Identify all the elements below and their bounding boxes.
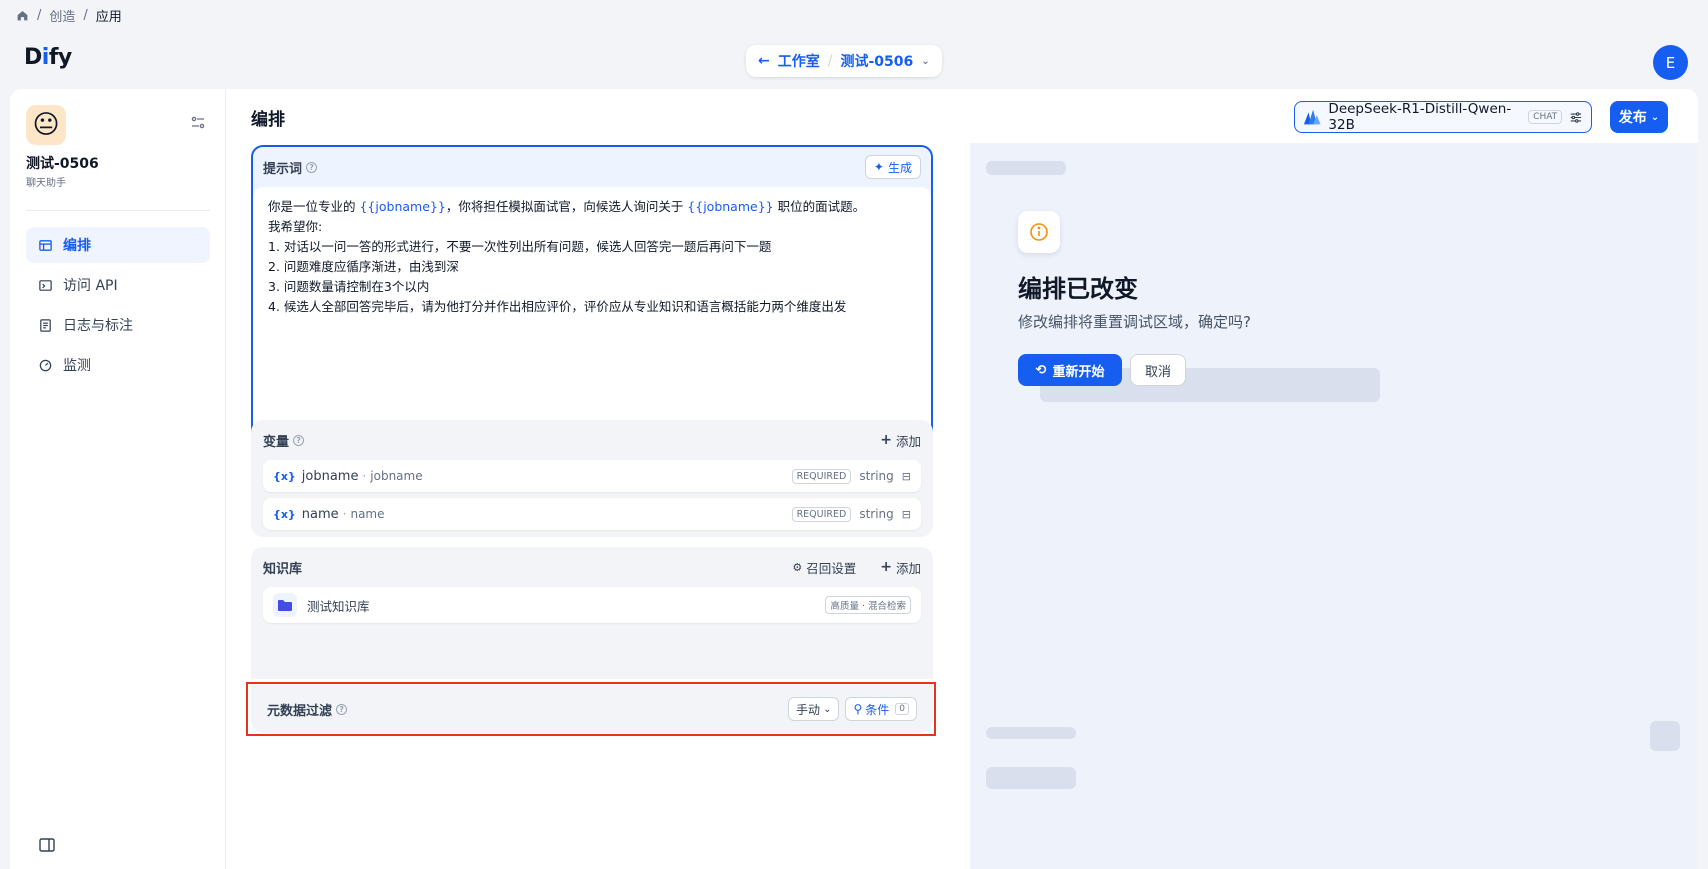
prompt-line: 4. 候选人全部回答完毕后，请为他打分并作出相应评价，评价应从专业知识和语言概括… <box>268 299 847 314</box>
restart-button[interactable]: ⟲ 重新开始 <box>1018 354 1122 386</box>
variable-chip: {{jobname}} <box>359 199 446 214</box>
knowledge-item[interactable]: 测试知识库 高质量 · 混合检索 <box>263 587 921 623</box>
knowledge-panel: 知识库 ⚙ 召回设置 + 添加 测试知识库 高质量 · 混合检索 <box>251 547 933 679</box>
sidebar-divider <box>26 210 210 211</box>
prompt-editor: 提示词? ✦ 生成 你是一位专业的 {{jobname}}，你将担任模拟面试官，… <box>251 145 933 447</box>
dify-logo[interactable]: Dify <box>24 45 72 70</box>
sidebar-item-monitor[interactable]: 监测 <box>26 347 210 383</box>
workspace-nav: ← 工作室 / 测试-0506 ⌄ <box>746 45 942 77</box>
user-avatar[interactable]: E <box>1653 45 1688 80</box>
model-selector[interactable]: DeepSeek-R1-Distill-Qwen-32B CHAT <box>1294 101 1592 133</box>
add-knowledge-button[interactable]: + 添加 <box>880 558 921 577</box>
help-icon[interactable]: ? <box>293 434 305 446</box>
required-badge: REQUIRED <box>791 506 852 522</box>
prompt-line: 我希望你: <box>268 219 323 234</box>
sidebar-collapse-icon[interactable] <box>38 836 56 854</box>
variables-panel: 变量? + 添加 {x} jobname · jobname REQUIRED s… <box>251 420 933 537</box>
sidebar-item-logs[interactable]: 日志与标注 <box>26 307 210 343</box>
page-title: 编排 <box>251 110 285 130</box>
cancel-button[interactable]: 取消 <box>1130 354 1186 386</box>
studio-link[interactable]: 工作室 <box>778 51 820 71</box>
input-type-icon[interactable]: ⊟ <box>902 508 911 521</box>
breadcrumb-apps: 应用 <box>95 9 122 25</box>
app-type: 聊天助手 <box>26 178 66 189</box>
top-bar: Dify ← 工作室 / 测试-0506 ⌄ E <box>10 33 1698 89</box>
folder-icon <box>273 593 297 617</box>
prompt-line: 1. 对话以一问一答的形式进行，不要一次性列出所有问题，候选人回答完一题后再问下… <box>268 239 772 254</box>
sidebar-item-label: 访问 API <box>63 278 118 294</box>
variable-icon: {x} <box>273 507 296 521</box>
model-mode-badge: CHAT <box>1528 110 1563 124</box>
variable-row[interactable]: {x} jobname · jobname REQUIRED string ⊟ <box>263 460 921 492</box>
prompt-line: 3. 问题数量请控制在3个以内 <box>268 279 430 294</box>
prompt-line: 你是一位专业的 {{jobname}}，你将担任模拟面试官，向候选人询问关于 {… <box>268 199 866 214</box>
breadcrumb: / 创造 / 应用 <box>16 6 122 25</box>
sidebar-item-label: 编排 <box>63 238 91 254</box>
variable-chip: {{jobname}} <box>687 199 774 214</box>
prompt-textarea[interactable]: 你是一位专业的 {{jobname}}，你将担任模拟面试官，向候选人询问关于 {… <box>253 187 931 445</box>
highlight-box <box>246 682 936 736</box>
refresh-icon: ⟲ <box>1035 362 1047 378</box>
sidebar-item-label: 监测 <box>63 358 91 374</box>
main-area: 编排 DeepSeek-R1-Distill-Qwen-32B CHAT 发布 … <box>226 89 1698 869</box>
prompt-header: 提示词? ✦ 生成 <box>253 147 931 187</box>
model-settings-icon[interactable] <box>1569 110 1583 125</box>
input-type-icon[interactable]: ⊟ <box>902 470 911 483</box>
sidebar-item-api[interactable]: 访问 API <box>26 267 210 303</box>
prompt-title: 提示词 <box>263 161 303 177</box>
terminal-icon <box>39 279 52 291</box>
recall-settings-button[interactable]: ⚙ 召回设置 <box>792 558 856 577</box>
variable-type: string <box>859 507 894 521</box>
prompt-line: 2. 问题难度应循序渐进，由浅到深 <box>268 259 459 274</box>
back-arrow-icon[interactable]: ← <box>758 53 770 69</box>
variable-icon: {x} <box>273 469 296 483</box>
generate-button[interactable]: ✦ 生成 <box>864 155 921 179</box>
app-name: 测试-0506 <box>26 156 99 172</box>
add-variable-button[interactable]: + 添加 <box>880 431 921 450</box>
settings-sliders-icon: ⚙ <box>792 560 803 574</box>
sidebar-item-label: 日志与标注 <box>63 318 133 334</box>
required-badge: REQUIRED <box>791 468 852 484</box>
layout-icon <box>39 239 52 251</box>
variable-row[interactable]: {x} name · name REQUIRED string ⊟ <box>263 498 921 530</box>
publish-button[interactable]: 发布 ⌄ <box>1610 101 1668 133</box>
help-icon[interactable]: ? <box>306 161 318 173</box>
app-settings-icon[interactable] <box>190 115 206 131</box>
model-name: DeepSeek-R1-Distill-Qwen-32B <box>1328 101 1512 133</box>
knowledge-title: 知识库 <box>263 561 303 577</box>
debug-panel: 编排已改变 修改编排将重置调试区域，确定吗? ⟲ 重新开始 取消 <box>970 143 1698 869</box>
breadcrumb-create[interactable]: 创造 <box>49 6 75 25</box>
dialog-description: 修改编排将重置调试区域，确定吗? <box>1018 313 1251 331</box>
variable-type: string <box>859 469 894 483</box>
info-icon <box>1018 211 1060 253</box>
sidebar-menu: 编排 访问 API 日志与标注 监测 <box>26 227 210 387</box>
sidebar: 😐 测试-0506 聊天助手 编排 访问 API 日志与标注 监测 <box>10 89 226 869</box>
app-icon: 😐 <box>26 105 66 145</box>
file-list-icon <box>40 318 51 332</box>
sidebar-item-orchestrate[interactable]: 编排 <box>26 227 210 263</box>
model-logo-icon <box>1303 109 1321 125</box>
chevron-down-icon: ⌄ <box>1650 111 1660 123</box>
dashboard-icon <box>39 359 52 371</box>
sparkle-icon: ✦ <box>873 160 884 174</box>
home-icon[interactable] <box>16 9 29 22</box>
retrieval-tag: 高质量 · 混合检索 <box>825 596 911 614</box>
dialog-title: 编排已改变 <box>1018 275 1138 303</box>
variables-title: 变量 <box>263 434 290 450</box>
app-switcher[interactable]: 测试-0506 <box>840 51 913 71</box>
app-frame: 😐 测试-0506 聊天助手 编排 访问 API 日志与标注 监测 编排 Dee… <box>10 89 1698 869</box>
chevron-down-icon[interactable]: ⌄ <box>921 56 929 67</box>
